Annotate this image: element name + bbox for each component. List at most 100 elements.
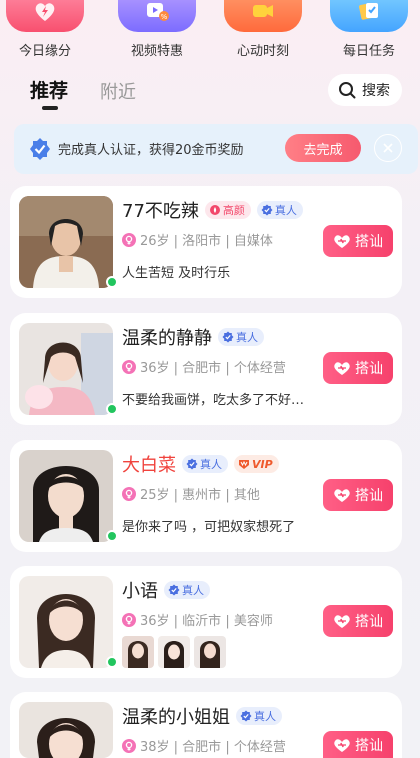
name-row: 大白菜 真人 VIP: [122, 452, 279, 476]
online-status-dot: [106, 656, 118, 668]
user-info: 25岁 | 惠州市 | 其他: [122, 484, 260, 503]
name-row: 温柔的静静 真人: [122, 325, 264, 349]
user-card[interactable]: 小语 真人 36岁 | 临沂市 | 美容师 搭讪: [10, 566, 402, 678]
svg-text:%: %: [161, 13, 168, 21]
avatar[interactable]: [19, 576, 113, 668]
user-info-text: 36岁 | 合肥市 | 个体经营: [140, 361, 286, 376]
name-row: 温柔的小姐姐 真人: [122, 704, 282, 728]
tab-nearby[interactable]: 附近: [100, 78, 136, 104]
verify-complete-button[interactable]: 去完成: [285, 134, 361, 162]
real-person-tag: 真人: [182, 455, 228, 473]
user-info: 38岁 | 合肥市 | 个体经营: [122, 736, 286, 755]
heart-chat-icon: [334, 615, 350, 628]
online-status-dot: [106, 403, 118, 415]
user-info-text: 36岁 | 临沂市 | 美容师: [140, 614, 273, 629]
user-info-text: 38岁 | 合肥市 | 个体经营: [140, 740, 286, 755]
heart-chat-icon: [334, 738, 350, 752]
real-tag-label: 真人: [200, 458, 222, 471]
verify-text: 完成真人认证，获得20金币奖励: [58, 143, 244, 158]
user-info-text: 25岁 | 惠州市 | 其他: [140, 488, 260, 503]
female-icon: [122, 232, 136, 247]
chat-button[interactable]: 搭讪: [323, 605, 393, 637]
video-discount-icon: %: [118, 0, 196, 32]
vip-tag: VIP: [234, 455, 279, 473]
close-icon: [383, 143, 393, 153]
heart-chat-icon: [334, 362, 350, 375]
video-camera-icon: [224, 0, 302, 32]
user-name: 小语: [122, 581, 158, 602]
quick-entry-row: 今日缘分 % 视频特惠 心动时刻 每日任务: [0, 0, 420, 62]
chat-label: 搭讪: [355, 488, 383, 504]
photo-strip: [122, 636, 226, 668]
verify-close-button[interactable]: [374, 134, 402, 162]
search-icon: [339, 82, 356, 99]
user-card[interactable]: 77不吃辣 高颜 真人 26岁 | 洛阳市 | 自媒体 人生苦短 及时行乐 搭讪: [10, 186, 402, 298]
user-bio: 是你来了吗 ，可把奴家想死了: [122, 520, 296, 535]
quick-entry-daily-task[interactable]: 每日任务: [330, 0, 408, 62]
quick-entry-label: 视频特惠: [130, 44, 183, 59]
verified-badge-icon: [168, 584, 180, 596]
online-status-dot: [106, 276, 118, 288]
user-bio: 人生苦短 及时行乐: [122, 266, 231, 281]
photo-thumbnail[interactable]: [122, 636, 154, 668]
avatar[interactable]: [19, 450, 113, 542]
online-status-dot: [106, 530, 118, 542]
name-row: 77不吃辣 高颜 真人: [122, 198, 303, 222]
user-name: 大白菜: [122, 455, 176, 476]
heart-lightning-icon: [6, 0, 84, 32]
task-cards-icon: [330, 0, 408, 32]
user-info: 36岁 | 临沂市 | 美容师: [122, 610, 273, 629]
female-icon: [122, 738, 136, 753]
verified-badge-icon: [261, 204, 273, 216]
female-icon: [122, 486, 136, 501]
verified-badge-icon: [222, 331, 234, 343]
verified-badge-icon: [30, 138, 50, 160]
hot-tag-label: 高颜: [222, 204, 245, 217]
quick-entry-fate[interactable]: 今日缘分: [6, 0, 84, 62]
chat-label: 搭讪: [355, 361, 383, 377]
search-label: 搜索: [362, 83, 390, 99]
chat-button[interactable]: 搭讪: [323, 352, 393, 384]
real-tag-label: 真人: [236, 331, 258, 344]
user-bio: 不要给我画饼，吃太多了不好…: [122, 393, 305, 408]
vip-tag-label: VIP: [252, 457, 273, 471]
chat-button[interactable]: 搭讪: [323, 479, 393, 511]
photo-thumbnail[interactable]: [194, 636, 226, 668]
chat-label: 搭讪: [355, 614, 383, 630]
real-tag-label: 真人: [274, 204, 297, 217]
user-card[interactable]: 温柔的小姐姐 真人 38岁 | 合肥市 | 个体经营 搭讪: [10, 692, 402, 758]
avatar[interactable]: [19, 323, 113, 415]
avatar[interactable]: [19, 196, 113, 288]
quick-entry-label: 今日缘分: [18, 44, 71, 59]
user-info: 36岁 | 合肥市 | 个体经营: [122, 357, 286, 376]
avatar[interactable]: [19, 702, 113, 758]
quick-entry-label: 心动时刻: [236, 44, 289, 59]
verified-badge-icon: [186, 458, 198, 470]
user-name: 温柔的小姐姐: [122, 707, 230, 728]
search-button[interactable]: 搜索: [328, 74, 402, 106]
photo-thumbnail[interactable]: [158, 636, 190, 668]
user-card[interactable]: 大白菜 真人 VIP 25岁 | 惠州市 | 其他 是你来了吗 ，可把奴家想死了…: [10, 440, 402, 552]
chat-button[interactable]: 搭讪: [323, 731, 393, 758]
quick-entry-video-deal[interactable]: % 视频特惠: [118, 0, 196, 62]
real-tag-label: 真人: [182, 584, 204, 597]
real-person-tag: 真人: [236, 707, 282, 725]
name-row: 小语 真人: [122, 578, 210, 602]
chat-button[interactable]: 搭讪: [323, 225, 393, 257]
real-tag-label: 真人: [254, 710, 276, 723]
tab-recommend[interactable]: 推荐: [30, 76, 68, 103]
female-icon: [122, 359, 136, 374]
user-info-text: 26岁 | 洛阳市 | 自媒体: [140, 234, 273, 249]
hot-tag: 高颜: [204, 201, 251, 219]
real-person-tag: 真人: [164, 581, 210, 599]
verified-badge-icon: [240, 710, 252, 722]
female-icon: [122, 612, 136, 627]
verify-banner: 完成真人认证，获得20金币奖励 去完成: [14, 124, 418, 174]
real-person-tag: 真人: [218, 328, 264, 346]
user-name: 温柔的静静: [122, 328, 212, 349]
quick-entry-moment[interactable]: 心动时刻: [224, 0, 302, 62]
heart-chat-icon: [334, 489, 350, 502]
active-tab-indicator: [42, 106, 58, 110]
heart-chat-icon: [334, 235, 350, 248]
user-card[interactable]: 温柔的静静 真人 36岁 | 合肥市 | 个体经营 不要给我画饼，吃太多了不好……: [10, 313, 402, 425]
